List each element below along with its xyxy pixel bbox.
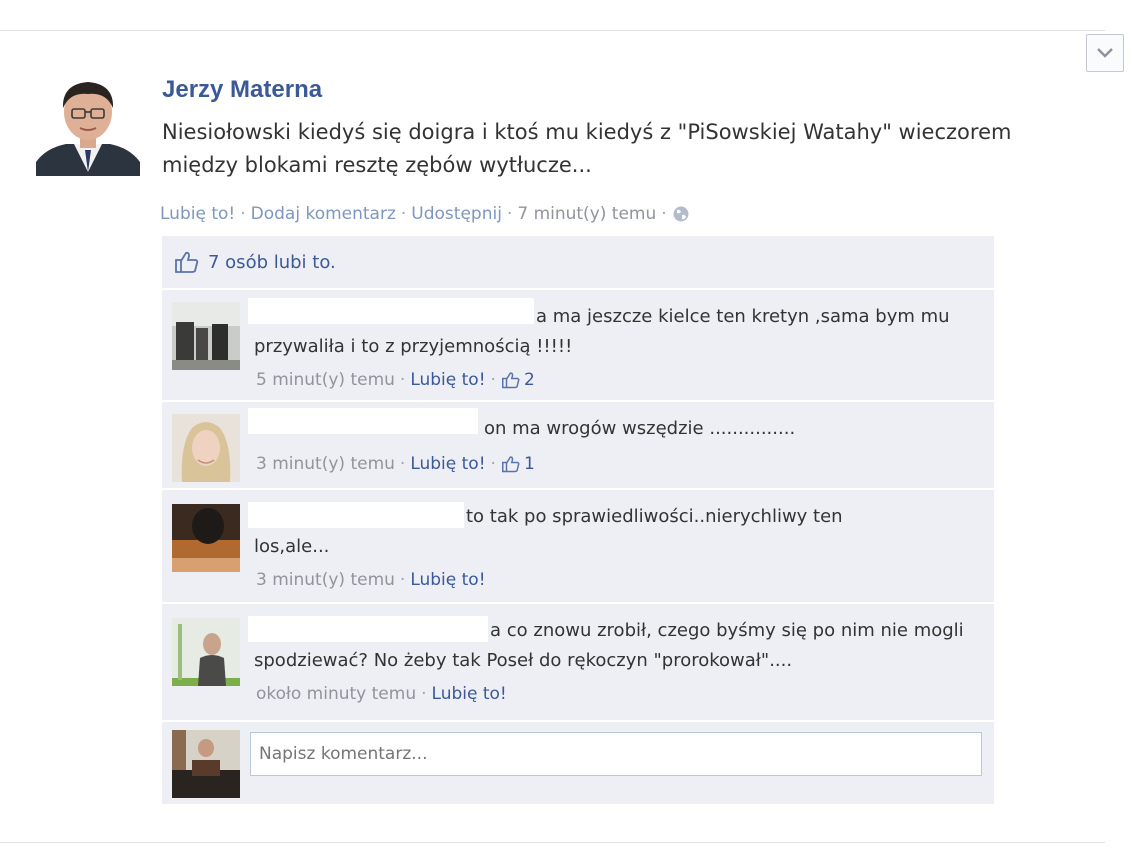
current-user-avatar[interactable] — [172, 730, 240, 798]
post-author-name[interactable]: Jerzy Materna — [162, 76, 322, 104]
comment-like-link[interactable]: Lubię to! — [410, 570, 485, 590]
post-actions-bar: Lubię to! · Dodaj komentarz · Udostępnij… — [160, 204, 690, 224]
comment-like-link[interactable]: Lubię to! — [432, 684, 507, 704]
comment-text: a ma jeszcze kielce ten kretyn ,sama bym… — [254, 306, 950, 357]
commenter-name-redacted — [248, 408, 478, 434]
separator: · — [399, 454, 406, 474]
comment-item: on ma wrogów wszędzie ............... 3 … — [162, 400, 994, 488]
separator: · — [400, 204, 407, 224]
comment-text: a co znowu zrobił, czego byśmy się po ni… — [254, 620, 964, 671]
post-timestamp[interactable]: 7 minut(y) temu — [517, 204, 656, 224]
comment-meta: 3 minut(y) temu · Lubię to! — [256, 570, 486, 590]
chevron-down-icon — [1097, 48, 1113, 58]
post-share-link[interactable]: Udostępnij — [411, 204, 502, 224]
post-text: Niesiołowski kiedyś się doigra i ktoś mu… — [162, 120, 1012, 177]
likes-summary-row: 7 osób lubi to. — [162, 236, 994, 289]
comment-timestamp[interactable]: 3 minut(y) temu — [256, 570, 395, 590]
post-like-link[interactable]: Lubię to! — [160, 204, 235, 224]
thumbs-up-icon — [501, 372, 520, 389]
commenter-avatar[interactable] — [172, 414, 240, 482]
separator: · — [506, 204, 513, 224]
commenter-avatar[interactable] — [172, 504, 240, 572]
author-avatar[interactable] — [36, 72, 140, 176]
separator: · — [490, 454, 496, 474]
comment-timestamp[interactable]: 5 minut(y) temu — [256, 370, 395, 390]
comment-text: on ma wrogów wszędzie ............... — [484, 418, 796, 439]
post-top-divider — [0, 30, 1105, 31]
separator: · — [399, 570, 406, 590]
comment-like-count[interactable]: 1 — [501, 454, 535, 474]
post-comment-link[interactable]: Dodaj komentarz — [251, 204, 396, 224]
comment-timestamp[interactable]: około minuty temu — [256, 684, 416, 704]
comment-item: a co znowu zrobił, czego byśmy się po ni… — [162, 602, 994, 720]
commenter-avatar[interactable] — [172, 618, 240, 686]
comment-like-link[interactable]: Lubię to! — [410, 370, 485, 390]
thumbs-up-icon — [501, 456, 520, 473]
like-count-value: 1 — [523, 454, 535, 474]
comment-timestamp[interactable]: 3 minut(y) temu — [256, 454, 395, 474]
separator: · — [399, 370, 406, 390]
comment-like-count[interactable]: 2 — [501, 370, 535, 390]
comment-input[interactable] — [250, 732, 982, 776]
comment-item: a ma jeszcze kielce ten kretyn ,sama bym… — [162, 288, 994, 400]
globe-icon — [673, 206, 689, 222]
comment-meta: 5 minut(y) temu · Lubię to! · 2 — [256, 370, 535, 390]
separator: · — [421, 684, 427, 704]
like-count-value: 2 — [523, 370, 535, 390]
commenter-avatar[interactable] — [172, 302, 240, 370]
feedback-panel: 7 osób lubi to. a ma jeszcze kielce ten … — [162, 236, 994, 804]
thumbs-up-icon — [174, 250, 200, 274]
comment-like-link[interactable]: Lubię to! — [410, 454, 485, 474]
separator: · — [661, 204, 667, 224]
comment-text: to tak po sprawiedliwości..nierychliwy t… — [254, 506, 843, 557]
likes-summary-text[interactable]: 7 osób lubi to. — [208, 252, 336, 273]
separator: · — [240, 204, 246, 224]
comment-meta: około minuty temu · Lubię to! — [256, 684, 507, 704]
comment-item: to tak po sprawiedliwości..nierychliwy t… — [162, 488, 994, 602]
comment-meta: 3 minut(y) temu · Lubię to! · 1 — [256, 454, 535, 474]
post-bottom-divider — [0, 842, 1105, 843]
write-comment-row — [162, 720, 994, 806]
separator: · — [490, 370, 496, 390]
post-options-button[interactable] — [1086, 34, 1124, 72]
